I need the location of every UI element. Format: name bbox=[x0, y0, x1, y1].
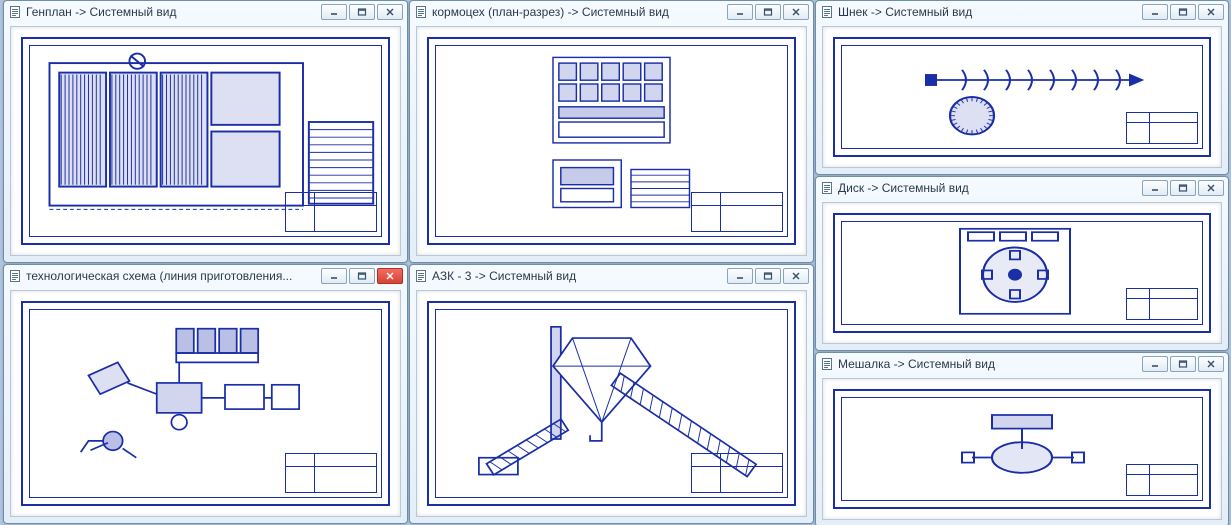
window-controls bbox=[727, 268, 809, 284]
client-area[interactable] bbox=[822, 26, 1222, 168]
minimize-button[interactable] bbox=[1142, 356, 1168, 372]
maximize-button[interactable] bbox=[349, 268, 375, 284]
drawing-sheet bbox=[21, 301, 390, 506]
drawing-frame bbox=[841, 397, 1203, 501]
minimize-button[interactable] bbox=[1142, 180, 1168, 196]
minimize-button[interactable] bbox=[727, 268, 753, 284]
document-icon bbox=[820, 357, 834, 371]
minimize-button[interactable] bbox=[321, 4, 347, 20]
window-title: Мешалка -> Системный вид bbox=[838, 357, 1138, 371]
title-block bbox=[1126, 288, 1198, 320]
child-window-w4[interactable]: технологическая схема (линия приготовлен… bbox=[3, 264, 408, 524]
window-title: Генплан -> Системный вид bbox=[26, 5, 317, 19]
window-controls bbox=[1142, 4, 1224, 20]
client-area[interactable] bbox=[416, 26, 807, 256]
minimize-button[interactable] bbox=[727, 4, 753, 20]
maximize-button[interactable] bbox=[1170, 180, 1196, 196]
title-block bbox=[1126, 464, 1198, 496]
close-button[interactable] bbox=[1198, 4, 1224, 20]
window-controls bbox=[1142, 180, 1224, 196]
window-title: Шнек -> Системный вид bbox=[838, 5, 1138, 19]
title-block bbox=[691, 453, 783, 493]
document-icon bbox=[414, 5, 428, 19]
maximize-button[interactable] bbox=[1170, 356, 1196, 372]
window-title: кормоцех (план-разрез) -> Системный вид bbox=[432, 5, 723, 19]
titlebar[interactable]: Шнек -> Системный вид bbox=[816, 1, 1228, 23]
child-window-w6[interactable]: Диск -> Системный вид bbox=[815, 176, 1229, 351]
close-button[interactable] bbox=[377, 4, 403, 20]
titlebar[interactable]: Мешалка -> Системный вид bbox=[816, 353, 1228, 375]
document-icon bbox=[820, 181, 834, 195]
client-area[interactable] bbox=[822, 378, 1222, 520]
mdi-workspace: Генплан -> Системный вид bbox=[0, 0, 1231, 525]
title-block bbox=[285, 453, 377, 493]
title-block bbox=[1126, 112, 1198, 144]
maximize-button[interactable] bbox=[1170, 4, 1196, 20]
titlebar[interactable]: кормоцех (план-разрез) -> Системный вид bbox=[410, 1, 813, 23]
title-block bbox=[285, 192, 377, 232]
window-title: Диск -> Системный вид bbox=[838, 181, 1138, 195]
maximize-button[interactable] bbox=[755, 268, 781, 284]
titlebar[interactable]: АЗК - 3 -> Системный вид bbox=[410, 265, 813, 287]
minimize-button[interactable] bbox=[321, 268, 347, 284]
drawing-frame bbox=[841, 45, 1203, 149]
client-area[interactable] bbox=[822, 202, 1222, 344]
drawing-frame bbox=[435, 45, 788, 237]
window-title: АЗК - 3 -> Системный вид bbox=[432, 269, 723, 283]
drawing-frame bbox=[29, 45, 382, 237]
drawing-sheet bbox=[833, 213, 1211, 333]
child-window-w1[interactable]: Генплан -> Системный вид bbox=[3, 0, 408, 263]
drawing-frame bbox=[29, 309, 382, 498]
window-title: технологическая схема (линия приготовлен… bbox=[26, 269, 317, 283]
drawing-frame bbox=[841, 221, 1203, 325]
maximize-button[interactable] bbox=[755, 4, 781, 20]
titlebar[interactable]: Диск -> Системный вид bbox=[816, 177, 1228, 199]
drawing-sheet bbox=[833, 37, 1211, 157]
window-controls bbox=[1142, 356, 1224, 372]
client-area[interactable] bbox=[10, 26, 401, 256]
document-icon bbox=[414, 269, 428, 283]
drawing-frame bbox=[435, 309, 788, 498]
close-button[interactable] bbox=[783, 268, 809, 284]
title-block bbox=[691, 192, 783, 232]
close-button[interactable] bbox=[1198, 180, 1224, 196]
client-area[interactable] bbox=[416, 290, 807, 517]
drawing-sheet bbox=[833, 389, 1211, 509]
window-controls bbox=[321, 268, 403, 284]
close-button[interactable] bbox=[1198, 356, 1224, 372]
client-area[interactable] bbox=[10, 290, 401, 517]
child-window-w3[interactable]: Шнек -> Системный вид bbox=[815, 0, 1229, 175]
child-window-w7[interactable]: Мешалка -> Системный вид bbox=[815, 352, 1229, 525]
document-icon bbox=[8, 5, 22, 19]
window-controls bbox=[321, 4, 403, 20]
child-window-w2[interactable]: кормоцех (план-разрез) -> Системный вид bbox=[409, 0, 814, 263]
close-button[interactable] bbox=[377, 268, 403, 284]
document-icon bbox=[8, 269, 22, 283]
drawing-sheet bbox=[21, 37, 390, 245]
minimize-button[interactable] bbox=[1142, 4, 1168, 20]
titlebar[interactable]: технологическая схема (линия приготовлен… bbox=[4, 265, 407, 287]
drawing-sheet bbox=[427, 301, 796, 506]
document-icon bbox=[820, 5, 834, 19]
window-controls bbox=[727, 4, 809, 20]
maximize-button[interactable] bbox=[349, 4, 375, 20]
titlebar[interactable]: Генплан -> Системный вид bbox=[4, 1, 407, 23]
close-button[interactable] bbox=[783, 4, 809, 20]
drawing-sheet bbox=[427, 37, 796, 245]
child-window-w5[interactable]: АЗК - 3 -> Системный вид bbox=[409, 264, 814, 524]
